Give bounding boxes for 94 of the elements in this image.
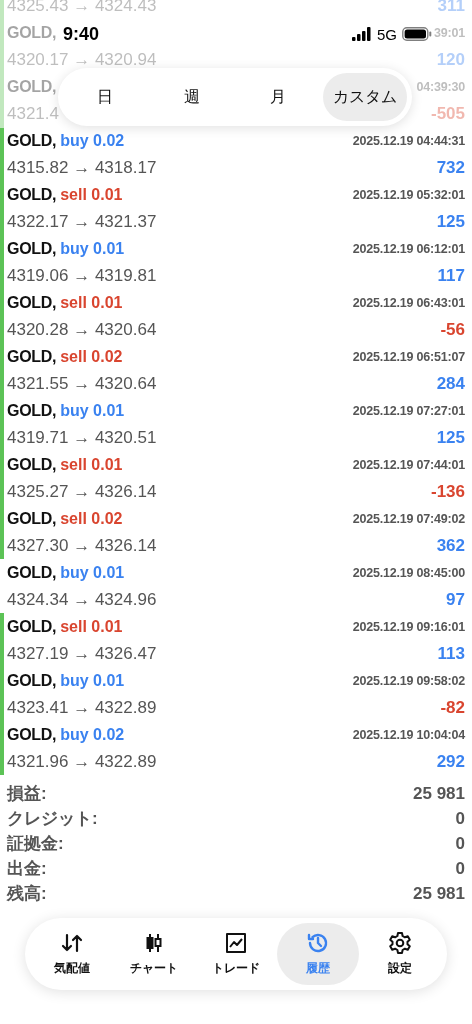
symbol-label: GOLD, [7,455,57,474]
summary-value: 0 [455,858,465,879]
profit-value: 732 [436,157,465,178]
history-icon [306,931,330,955]
order-label: buy 0.01 [60,563,125,582]
tab-bar-item[interactable]: チャート [113,923,195,985]
price-range: 4320.28 → 4320.64 [7,319,157,340]
price-range: 4321.96 → 4322.89 [7,751,157,772]
order-label: sell 0.02 [60,509,123,528]
order-label: buy 0.02 [60,725,125,744]
arrows-up-down-icon [60,931,84,955]
tab-bar-item[interactable]: トレード [195,923,277,985]
trade-time: 04:39:30 [416,79,465,94]
profit-value: -136 [430,481,465,502]
symbol-label: GOLD, [7,347,57,366]
tab-bar-item[interactable]: 設定 [359,923,441,985]
price-range: 4327.30 → 4326.14 [7,535,157,556]
price-range: 4320.17 → 4320.94 [7,49,157,70]
trade-time: 2025.12.19 08:45:00 [352,565,465,580]
price-range: 4321.4 [7,103,59,124]
summary-label: クレジット: [7,808,98,830]
symbol-label: GOLD, [7,239,57,258]
order-label: sell 0.02 [60,347,123,366]
summary-label: 証拠金: [7,833,64,855]
summary-label: 出金: [7,858,47,880]
order-label: buy 0.01 [60,239,125,258]
status-time: 9:40 [63,23,100,45]
profit-value: 125 [436,211,465,232]
settings-icon [388,931,412,955]
signal-icon [352,27,372,41]
profit-value: 117 [437,265,465,286]
summary-value: 0 [455,833,465,854]
profit-value: 284 [436,373,465,394]
trade-time: 2025.12.19 09:58:02 [352,673,465,688]
symbol-label: GOLD, [7,23,57,42]
profit-value: 120 [436,49,465,70]
period-tab[interactable]: 週 [149,73,234,121]
summary-value: 25 981 [413,783,465,804]
profit-value: -505 [430,103,465,124]
order-label: buy 0.01 [60,671,125,690]
price-range: 4319.71 → 4320.51 [7,427,157,448]
symbol-label: GOLD, [7,77,57,96]
order-label: buy 0.01 [60,401,125,420]
symbol-label: GOLD, [7,617,57,636]
trade-time: 2025.12.19 04:44:31 [352,133,465,148]
trade-time: 2025.12.19 07:44:01 [352,457,465,472]
symbol-label: GOLD, [7,563,57,582]
price-range: 4324.34 → 4324.96 [7,589,157,610]
price-range: 4323.41 → 4322.89 [7,697,157,718]
trade-time: 39:01 [434,25,465,40]
symbol-label: GOLD, [7,185,57,204]
trade-time: 2025.12.19 05:32:01 [352,187,465,202]
battery-icon [402,27,432,41]
trade-time: 2025.12.19 07:27:01 [352,403,465,418]
price-range: 4319.06 → 4319.81 [7,265,157,286]
network-label: 5G [377,25,397,43]
trade-time: 2025.12.19 06:51:07 [352,349,465,364]
summary-label: 残高: [7,883,47,905]
price-range: 4325.27 → 4326.14 [7,481,157,502]
profit-value: 113 [437,643,465,664]
symbol-label: GOLD, [7,671,57,690]
order-label: buy 0.02 [60,131,125,150]
period-tab[interactable]: 日 [63,73,147,121]
symbol-label: GOLD, [7,131,57,150]
trade-time: 2025.12.19 09:16:01 [352,619,465,634]
profit-value: -56 [440,319,465,340]
trade-time: 2025.12.19 06:12:01 [352,241,465,256]
order-label: sell 0.01 [60,185,123,204]
profit-value: 125 [436,427,465,448]
profit-value: 97 [446,589,465,610]
tab-bar-item[interactable]: 気配値 [31,923,113,985]
order-label: sell 0.01 [60,617,123,636]
order-label: sell 0.01 [60,455,123,474]
summary-label: 損益: [7,783,47,805]
summary-value: 0 [455,808,465,829]
price-range: 4315.82 → 4318.17 [7,157,157,178]
summary-value: 25 981 [413,883,465,904]
profit-value: -82 [440,697,465,718]
profit-value: 362 [436,535,465,556]
profit-value: 292 [436,751,465,772]
symbol-label: GOLD, [7,401,57,420]
price-range: 4322.17 → 4321.37 [7,211,157,232]
order-label: sell 0.01 [60,293,123,312]
line-chart-icon [224,931,248,955]
symbol-label: GOLD, [7,509,57,528]
period-tab[interactable]: カスタム [322,73,407,121]
trade-time: 2025.12.19 10:04:04 [352,727,465,742]
symbol-label: GOLD, [7,293,57,312]
trade-time: 2025.12.19 07:49:02 [352,511,465,526]
period-tab[interactable]: 月 [236,73,321,121]
trade-time: 2025.12.19 06:43:01 [352,295,465,310]
price-range: 4327.19 → 4326.47 [7,643,157,664]
price-range: 4321.55 → 4320.64 [7,373,157,394]
symbol-label: GOLD, [7,725,57,744]
